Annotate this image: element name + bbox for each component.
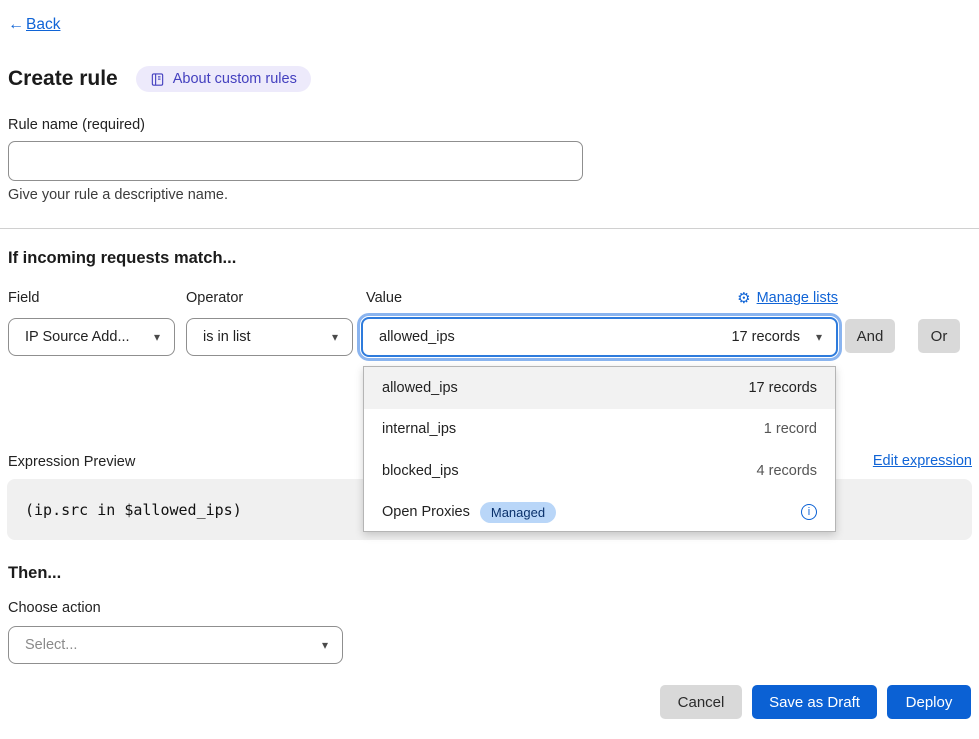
- list-item-internal-ips[interactable]: internal_ips 1 record: [364, 409, 835, 451]
- rule-name-label: Rule name (required): [8, 117, 145, 133]
- chevron-down-icon: ▾: [322, 638, 328, 652]
- field-select[interactable]: IP Source Add... ▾: [8, 318, 175, 356]
- expression-preview-label: Expression Preview: [8, 454, 135, 470]
- save-as-draft-button[interactable]: Save as Draft: [752, 685, 877, 719]
- gear-icon: ⚙: [737, 289, 750, 307]
- about-custom-rules-badge[interactable]: About custom rules: [136, 66, 311, 92]
- rule-name-helper: Give your rule a descriptive name.: [8, 187, 228, 203]
- list-item-name: blocked_ips: [382, 463, 459, 479]
- page-title: Create rule: [8, 67, 118, 91]
- deploy-button[interactable]: Deploy: [887, 685, 971, 719]
- create-rule-page: ← Back Create rule About custom rules Ru…: [0, 0, 979, 739]
- back-link-label: Back: [26, 16, 60, 34]
- then-section-heading: Then...: [8, 564, 61, 583]
- book-icon: [150, 72, 165, 87]
- list-item-name: internal_ips: [382, 421, 456, 437]
- action-select-placeholder: Select...: [25, 637, 77, 653]
- field-label: Field: [8, 290, 39, 306]
- section-divider: [0, 228, 979, 229]
- and-button[interactable]: And: [845, 319, 895, 353]
- about-badge-label: About custom rules: [173, 71, 297, 87]
- info-icon[interactable]: i: [801, 504, 817, 520]
- list-item-open-proxies[interactable]: Open Proxies Managed i: [364, 492, 835, 534]
- chevron-down-icon: ▾: [154, 330, 160, 344]
- action-select[interactable]: Select... ▾: [8, 626, 343, 664]
- expression-code: (ip.src in $allowed_ips): [25, 501, 242, 519]
- manage-lists-label: Manage lists: [757, 290, 838, 306]
- cancel-button[interactable]: Cancel: [660, 685, 742, 719]
- operator-select-value: is in list: [203, 329, 251, 345]
- list-item-records: 1 record: [764, 421, 817, 437]
- rule-name-input[interactable]: [8, 141, 583, 181]
- operator-select[interactable]: is in list ▾: [186, 318, 353, 356]
- manage-lists-link[interactable]: ⚙ Manage lists: [737, 289, 838, 307]
- value-select-value: allowed_ips: [379, 329, 455, 345]
- back-arrow-icon: ←: [8, 16, 24, 34]
- or-button[interactable]: Or: [918, 319, 960, 353]
- list-item-name: Open Proxies: [382, 504, 470, 520]
- value-select[interactable]: allowed_ips 17 records ▾: [361, 317, 838, 357]
- field-select-value: IP Source Add...: [25, 329, 130, 345]
- back-link[interactable]: ← Back: [8, 16, 60, 34]
- value-dropdown-menu: allowed_ips 17 records internal_ips 1 re…: [363, 366, 836, 532]
- match-section-heading: If incoming requests match...: [8, 249, 236, 268]
- value-select-records: 17 records: [731, 329, 800, 345]
- choose-action-label: Choose action: [8, 600, 101, 616]
- list-item-name: allowed_ips: [382, 380, 458, 396]
- title-row: Create rule About custom rules: [8, 66, 311, 92]
- value-label: Value: [366, 290, 402, 306]
- list-item-blocked-ips[interactable]: blocked_ips 4 records: [364, 450, 835, 492]
- list-item-allowed-ips[interactable]: allowed_ips 17 records: [364, 367, 835, 409]
- operator-label: Operator: [186, 290, 243, 306]
- chevron-down-icon: ▾: [332, 330, 338, 344]
- managed-badge: Managed: [480, 502, 556, 523]
- edit-expression-link[interactable]: Edit expression: [873, 453, 972, 469]
- list-item-records: 17 records: [748, 380, 817, 396]
- chevron-down-icon: ▾: [816, 330, 822, 344]
- list-item-records: 4 records: [757, 463, 817, 479]
